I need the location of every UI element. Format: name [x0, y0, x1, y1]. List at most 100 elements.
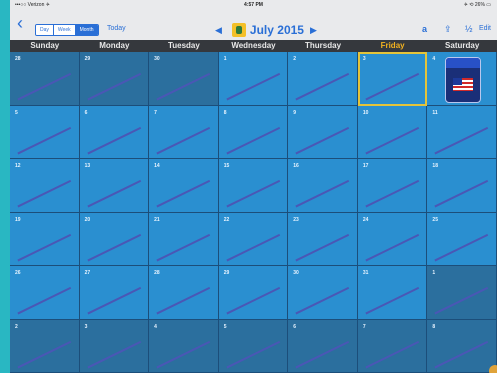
- weekday-header: Sunday Monday Tuesday Wednesday Thursday…: [10, 40, 497, 52]
- day-cell[interactable]: 19: [10, 212, 80, 266]
- empty-day-slash-icon: [226, 340, 280, 368]
- edit-button[interactable]: Edit: [479, 25, 491, 32]
- weekday-label: Saturday: [445, 41, 480, 50]
- day-cell[interactable]: 9: [288, 105, 358, 159]
- empty-day-slash-icon: [17, 126, 72, 154]
- day-number: 1: [223, 56, 227, 62]
- day-number: 1: [432, 270, 436, 276]
- day-cell[interactable]: 30: [149, 52, 219, 106]
- day-cell[interactable]: 29: [218, 266, 289, 320]
- event-thumbnail[interactable]: [445, 57, 482, 103]
- day-cell[interactable]: 5: [10, 105, 80, 159]
- day-cell[interactable]: 7: [357, 319, 428, 373]
- view-month-button[interactable]: Month: [75, 25, 98, 35]
- day-cell[interactable]: 24: [357, 212, 428, 266]
- day-cell[interactable]: 2: [288, 52, 358, 106]
- back-chevron-icon[interactable]: ‹: [17, 14, 23, 32]
- day-number: 23: [293, 216, 299, 223]
- lock-icon[interactable]: a: [422, 24, 427, 34]
- day-cell[interactable]: 14: [149, 159, 219, 213]
- weekday-label: Thursday: [305, 41, 342, 50]
- day-cell[interactable]: 8: [218, 105, 289, 159]
- day-cell[interactable]: 4: [427, 52, 497, 106]
- day-number: 22: [223, 216, 230, 223]
- day-cell[interactable]: 3: [79, 319, 150, 373]
- view-week-button[interactable]: Week: [53, 25, 76, 35]
- day-number: 2: [293, 56, 297, 62]
- day-number: 28: [15, 56, 21, 62]
- flag-event-icon: [453, 78, 474, 91]
- fraction-icon[interactable]: ½: [465, 24, 473, 34]
- empty-day-slash-icon: [365, 72, 420, 101]
- day-number: 25: [432, 216, 438, 223]
- today-button[interactable]: Today: [107, 24, 126, 34]
- day-number: 20: [84, 216, 91, 223]
- day-cell[interactable]: 16: [288, 159, 358, 213]
- day-number: 19: [15, 216, 21, 223]
- day-cell[interactable]: 21: [149, 212, 219, 266]
- prev-month-icon[interactable]: ◀: [215, 25, 222, 36]
- month-title[interactable]: July 2015: [250, 23, 304, 37]
- day-number: 6: [293, 323, 297, 330]
- day-number: 12: [15, 163, 21, 169]
- day-cell[interactable]: 10: [357, 105, 428, 159]
- day-cell[interactable]: 11: [427, 105, 497, 159]
- day-cell[interactable]: 12: [10, 159, 80, 213]
- day-cell[interactable]: 30: [288, 266, 358, 320]
- day-cell[interactable]: 4: [149, 319, 219, 373]
- day-cell[interactable]: 3: [357, 52, 428, 106]
- weekday-label-highlighted: Friday: [380, 41, 405, 50]
- day-cell[interactable]: 6: [79, 105, 150, 159]
- day-cell[interactable]: 1: [427, 266, 497, 320]
- month-navigator: ◀ July 2015 ▶: [215, 20, 317, 40]
- day-cell[interactable]: 31: [357, 266, 428, 320]
- help-badge-icon[interactable]: [489, 365, 497, 373]
- day-cell[interactable]: 5: [218, 319, 289, 373]
- day-number: 29: [223, 270, 230, 276]
- event-header-band: [446, 58, 481, 68]
- empty-day-slash-icon: [156, 340, 211, 368]
- day-cell[interactable]: 27: [79, 266, 150, 320]
- day-cell[interactable]: 26: [10, 266, 80, 320]
- empty-day-slash-icon: [295, 340, 350, 368]
- day-number: 8: [432, 323, 436, 330]
- weekday-label: Monday: [99, 41, 130, 50]
- day-number: 11: [432, 109, 438, 116]
- day-number: 29: [84, 56, 91, 62]
- empty-day-slash-icon: [226, 72, 280, 101]
- day-number: 7: [362, 323, 366, 330]
- day-number: 7: [154, 109, 157, 116]
- day-number: 3: [84, 323, 88, 330]
- empty-day-slash-icon: [156, 126, 211, 154]
- day-cell[interactable]: 25: [427, 212, 497, 266]
- day-cell[interactable]: 18: [427, 159, 497, 213]
- day-cell[interactable]: 15: [218, 159, 289, 213]
- day-cell[interactable]: 29: [79, 52, 150, 106]
- view-day-button[interactable]: Day: [36, 25, 54, 35]
- empty-day-slash-icon: [226, 126, 280, 154]
- day-cell[interactable]: 13: [79, 159, 150, 213]
- day-cell[interactable]: 1: [218, 52, 289, 106]
- day-cell[interactable]: 8: [427, 319, 497, 373]
- day-number: 27: [84, 270, 91, 276]
- day-cell[interactable]: 28: [10, 52, 80, 106]
- day-number: 6: [84, 109, 88, 116]
- share-icon[interactable]: ⇪: [444, 24, 452, 34]
- day-number: 5: [223, 323, 227, 330]
- day-number: 28: [154, 270, 160, 276]
- day-number: 13: [84, 163, 91, 169]
- status-bar: •••○○ Verizon ✈ 4:57 PM ✈ ⟲ 26% ▭: [10, 0, 497, 10]
- day-cell[interactable]: 28: [149, 266, 219, 320]
- day-number: 14: [154, 163, 160, 169]
- empty-day-slash-icon: [295, 72, 350, 101]
- day-cell[interactable]: 7: [149, 105, 219, 159]
- day-cell[interactable]: 22: [218, 212, 289, 266]
- day-cell[interactable]: 2: [10, 319, 80, 373]
- next-month-icon[interactable]: ▶: [310, 25, 317, 36]
- day-number: 30: [293, 270, 299, 276]
- weekday-label: Wednesday: [231, 41, 276, 50]
- day-cell[interactable]: 17: [357, 159, 428, 213]
- day-cell[interactable]: 6: [288, 319, 358, 373]
- day-cell[interactable]: 23: [288, 212, 358, 266]
- day-cell[interactable]: 20: [79, 212, 150, 266]
